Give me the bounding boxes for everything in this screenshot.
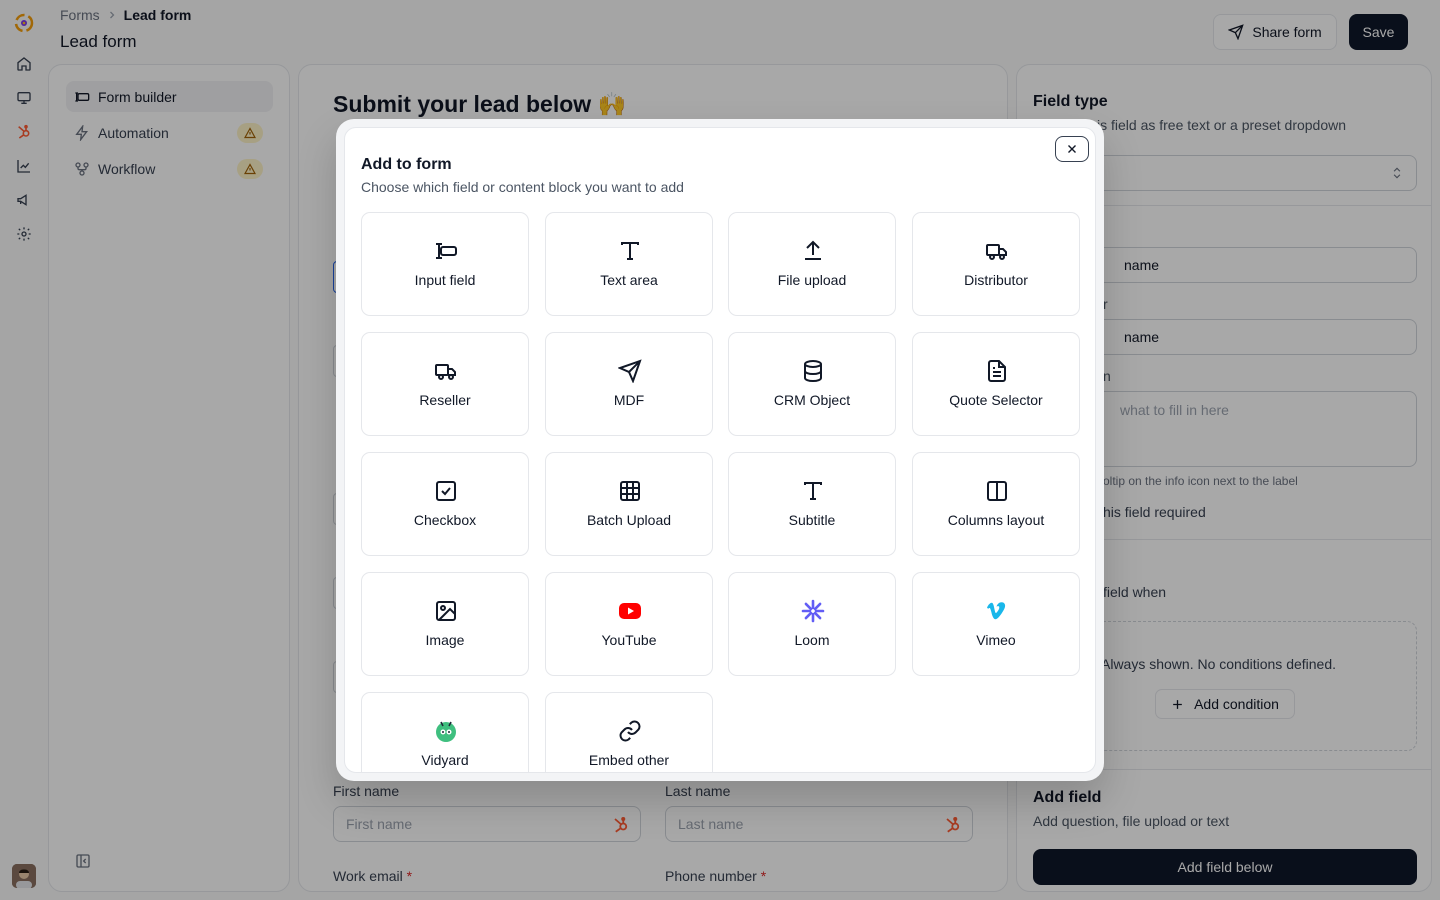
add-to-form-modal-frame: Add to form Choose which field or conten… — [336, 119, 1104, 781]
truck-icon — [985, 239, 1009, 263]
tile-label: Batch Upload — [586, 512, 672, 528]
tile-input-field[interactable]: Input field — [361, 212, 529, 316]
columns-icon — [985, 479, 1009, 503]
upload-icon — [801, 239, 825, 263]
tile-label: File upload — [777, 272, 847, 288]
document-icon — [985, 359, 1009, 383]
text-icon — [618, 239, 642, 263]
send-icon — [618, 359, 642, 383]
tile-label: Subtitle — [788, 512, 836, 528]
checkbox-icon — [434, 479, 458, 503]
vimeo-icon — [985, 599, 1009, 623]
tile-quote-selector[interactable]: Quote Selector — [912, 332, 1080, 436]
truck-icon — [434, 359, 458, 383]
tile-columns-layout[interactable]: Columns layout — [912, 452, 1080, 556]
tile-label: Loom — [794, 632, 830, 648]
tile-label: Distributor — [964, 272, 1028, 288]
youtube-icon — [618, 599, 642, 623]
tile-label: Checkbox — [413, 512, 477, 528]
vidyard-icon — [434, 719, 458, 743]
tile-youtube[interactable]: YouTube — [545, 572, 713, 676]
tile-label: Input field — [414, 272, 476, 288]
tile-checkbox[interactable]: Checkbox — [361, 452, 529, 556]
database-icon — [801, 359, 825, 383]
tile-label: Vidyard — [421, 752, 469, 768]
tile-label: Embed other — [588, 752, 670, 768]
tile-label: Quote Selector — [949, 392, 1043, 408]
link-icon — [618, 719, 642, 743]
tile-label: MDF — [613, 392, 645, 408]
close-button[interactable] — [1055, 136, 1089, 162]
tile-image[interactable]: Image — [361, 572, 529, 676]
tile-label: CRM Object — [773, 392, 851, 408]
table-icon — [618, 479, 642, 503]
loom-icon — [801, 599, 825, 623]
modal-title: Add to form — [361, 156, 452, 173]
tile-label: Vimeo — [976, 632, 1016, 648]
tile-loom[interactable]: Loom — [728, 572, 896, 676]
tile-file-upload[interactable]: File upload — [728, 212, 896, 316]
tile-distributor[interactable]: Distributor — [912, 212, 1080, 316]
image-icon — [434, 599, 458, 623]
text-icon — [801, 479, 825, 503]
tile-subtitle[interactable]: Subtitle — [728, 452, 896, 556]
tile-text-area[interactable]: Text area — [545, 212, 713, 316]
tile-label: Columns layout — [947, 512, 1045, 528]
tile-label: Image — [425, 632, 465, 648]
tile-label: Text area — [600, 272, 658, 288]
tile-mdf[interactable]: MDF — [545, 332, 713, 436]
tile-label: YouTube — [601, 632, 657, 648]
tile-batch-upload[interactable]: Batch Upload — [545, 452, 713, 556]
tile-embed-other[interactable]: Embed other — [545, 692, 713, 772]
tile-vimeo[interactable]: Vimeo — [912, 572, 1080, 676]
modal-subtitle: Choose which field or content block you … — [361, 179, 684, 195]
tile-reseller[interactable]: Reseller — [361, 332, 529, 436]
close-icon — [1065, 142, 1079, 156]
input-field-icon — [434, 239, 458, 263]
tile-crm-object[interactable]: CRM Object — [728, 332, 896, 436]
tile-label: Reseller — [419, 392, 471, 408]
add-to-form-modal: Add to form Choose which field or conten… — [344, 127, 1096, 773]
tile-vidyard[interactable]: Vidyard — [361, 692, 529, 772]
